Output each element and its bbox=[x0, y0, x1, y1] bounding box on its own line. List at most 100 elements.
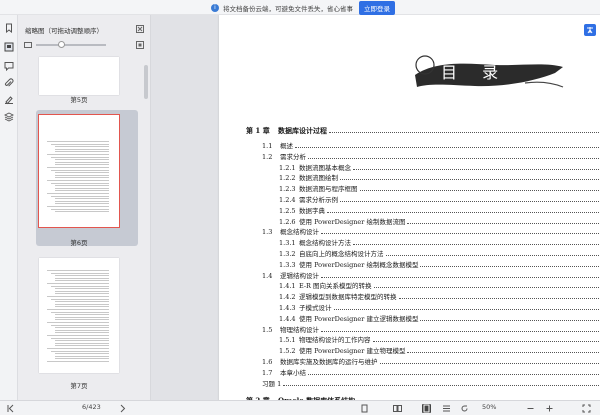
thumbnail-text-line bbox=[47, 206, 109, 207]
thumbnail-text-line bbox=[51, 337, 109, 339]
toc-entry[interactable]: 1.2.1数据流图基本概念2 bbox=[279, 162, 600, 172]
toc-title: 本章小结 bbox=[280, 368, 306, 377]
thumbnail-text-line bbox=[55, 301, 109, 303]
continuous-page-icon[interactable] bbox=[422, 404, 431, 413]
toc-number: 1.2 bbox=[262, 152, 273, 161]
layers-icon[interactable] bbox=[4, 112, 14, 122]
toc-entry[interactable]: 1.2.2数据流图绘制3 bbox=[279, 172, 600, 182]
thumbnail-page-selected[interactable] bbox=[38, 114, 120, 228]
page-indicator[interactable]: 6/423 bbox=[82, 403, 101, 411]
toc-entry[interactable]: 1.1概述1 bbox=[262, 140, 600, 150]
notification-text: 将文档备份云端，可避免文件丢失，省心省事 bbox=[223, 4, 353, 13]
next-page-icon[interactable] bbox=[118, 404, 127, 413]
toc-number: 1.4.3 bbox=[279, 304, 296, 312]
thumbnail-text-line bbox=[55, 319, 109, 321]
toc-entry[interactable]: 第 1 章数据库设计过程1 bbox=[246, 126, 600, 136]
thumbnail-zoom-slider[interactable] bbox=[24, 40, 144, 50]
thumbnail-text-line bbox=[51, 195, 109, 197]
thumbnail-icon[interactable] bbox=[4, 42, 14, 52]
thumbnail-text-line bbox=[47, 167, 109, 168]
thumbnail-text-line bbox=[47, 309, 109, 310]
toc-title: 习题 1 bbox=[262, 379, 282, 388]
signature-icon[interactable] bbox=[4, 95, 14, 105]
thumbnail-page[interactable] bbox=[39, 258, 119, 373]
scroll-mode-icon[interactable] bbox=[442, 404, 451, 413]
toc-title: 逻辑结构设计 bbox=[280, 271, 319, 280]
toc-title: 数据流图与程序框图 bbox=[299, 185, 358, 194]
toc-leader bbox=[385, 252, 600, 256]
thumbnail-label: 第7页 bbox=[70, 382, 88, 390]
toc-entry[interactable]: 1.7本章小结28 bbox=[262, 367, 600, 377]
thumbnail-text-line bbox=[47, 141, 109, 142]
page-title: 目 录 bbox=[441, 63, 509, 82]
thumbnail-scrollbar[interactable] bbox=[144, 65, 148, 99]
zoom-out-button[interactable] bbox=[526, 404, 535, 413]
toc-number: 1.4.2 bbox=[279, 293, 296, 302]
first-page-icon[interactable] bbox=[6, 404, 15, 413]
thumbnail-text-line bbox=[55, 198, 109, 200]
translate-icon[interactable] bbox=[584, 24, 596, 36]
attachment-icon[interactable] bbox=[4, 78, 14, 88]
toc-leader bbox=[353, 241, 600, 246]
thumbnail-text-line bbox=[51, 350, 109, 352]
thumbnail-text-line bbox=[55, 177, 109, 179]
thumbnail-text-line bbox=[47, 348, 109, 349]
thumbnail-text-line bbox=[55, 164, 109, 166]
toc-entry[interactable]: 1.2.5数据字典7 bbox=[279, 205, 600, 215]
thumbnail-panel-title: 缩略图（可拖动调整顺序） bbox=[25, 27, 103, 35]
zoom-level[interactable]: 50% bbox=[482, 403, 496, 411]
toc-entry[interactable]: 1.4.2逻辑模型到数据库特定模型的转换22 bbox=[279, 291, 600, 301]
toc-leader bbox=[353, 166, 600, 170]
toc-entry[interactable]: 1.5.1物理结构设计的工作内容25 bbox=[279, 334, 600, 344]
toc-entry[interactable]: 1.3.2自底向上的概念结构设计方法12 bbox=[279, 248, 600, 258]
toc-number: 1.2.6 bbox=[279, 217, 296, 226]
thumbnail-text-line bbox=[47, 283, 109, 284]
toc-entry[interactable]: 1.4逻辑结构设计21 bbox=[262, 270, 600, 280]
zoom-in-icon[interactable] bbox=[136, 41, 144, 49]
zoom-out-icon[interactable] bbox=[24, 41, 32, 49]
comment-icon[interactable] bbox=[4, 61, 14, 71]
thumbnail-text-line bbox=[55, 172, 109, 174]
rotate-icon[interactable] bbox=[460, 404, 469, 413]
toc-entry[interactable]: 1.2.4需求分析示例5 bbox=[279, 194, 600, 204]
single-page-icon[interactable] bbox=[360, 404, 369, 413]
toc-leader bbox=[359, 187, 600, 192]
toc-entry[interactable]: 1.5.2使用 PowerDesigner 建立物理模型25 bbox=[279, 345, 600, 355]
toc-entry[interactable]: 1.6数据库实施及数据库的运行与维护27 bbox=[262, 356, 600, 366]
toc-entry[interactable]: 1.4.3子模式设计22 bbox=[279, 302, 600, 312]
thumbnail-page[interactable] bbox=[39, 57, 119, 95]
toc-entry[interactable]: 1.5物理结构设计25 bbox=[262, 324, 600, 334]
thumbnail-text-line bbox=[55, 340, 109, 342]
toc-entry[interactable]: 1.3概念结构设计11 bbox=[262, 226, 600, 236]
thumbnail-text-line bbox=[51, 298, 109, 300]
toc-leader bbox=[321, 328, 600, 332]
thumbnail-text-line bbox=[51, 156, 109, 158]
fit-page-icon[interactable] bbox=[582, 404, 591, 413]
toc-entry[interactable]: 1.3.1概念结构设计方法11 bbox=[279, 237, 600, 247]
toc-title: 使用 PowerDesigner 绘制概念数据模型 bbox=[299, 260, 419, 269]
toc-entry[interactable]: 1.2需求分析2 bbox=[262, 151, 600, 161]
document-viewer[interactable]: 目 录 第 1 章数据库设计过程1 1.1概述11.2需求分析21.2.1数据流图… bbox=[151, 15, 600, 400]
toc-entry[interactable]: 1.2.3数据流图与程序框图5 bbox=[279, 183, 600, 193]
zoom-knob[interactable] bbox=[58, 41, 65, 48]
toc-entry[interactable]: 习题 128 bbox=[262, 378, 600, 388]
toc-entry[interactable]: 1.4.4使用 PowerDesigner 建立逻辑数据模型22 bbox=[279, 313, 600, 323]
thumbnail-text-line bbox=[55, 345, 109, 347]
close-panel-icon[interactable] bbox=[136, 25, 144, 35]
thumbnail-text-line bbox=[55, 203, 109, 205]
bookmark-icon[interactable] bbox=[4, 23, 14, 33]
toc-title: 概念结构设计 bbox=[280, 228, 319, 237]
toc-entry[interactable]: 1.3.3使用 PowerDesigner 绘制概念数据模型17 bbox=[279, 259, 600, 269]
toc-entry[interactable]: 1.4.1E-R 图向关系模型的转换21 bbox=[279, 280, 600, 290]
toc-leader bbox=[420, 317, 600, 321]
zoom-in-button[interactable] bbox=[545, 404, 554, 413]
toc-title: 物理结构设计 bbox=[280, 325, 319, 334]
zoom-track[interactable] bbox=[36, 44, 106, 46]
double-page-icon[interactable] bbox=[393, 404, 402, 413]
thumbnail-text-line bbox=[55, 159, 109, 161]
thumbnail-text-line bbox=[55, 174, 109, 176]
toc-entry[interactable]: 1.2.6使用 PowerDesigner 绘制数据流图8 bbox=[279, 216, 600, 226]
login-button[interactable]: 立即登录 bbox=[359, 0, 395, 15]
toc-number: 1.4 bbox=[262, 271, 273, 280]
toc-title: 数据库实施及数据库的运行与维护 bbox=[280, 358, 378, 366]
